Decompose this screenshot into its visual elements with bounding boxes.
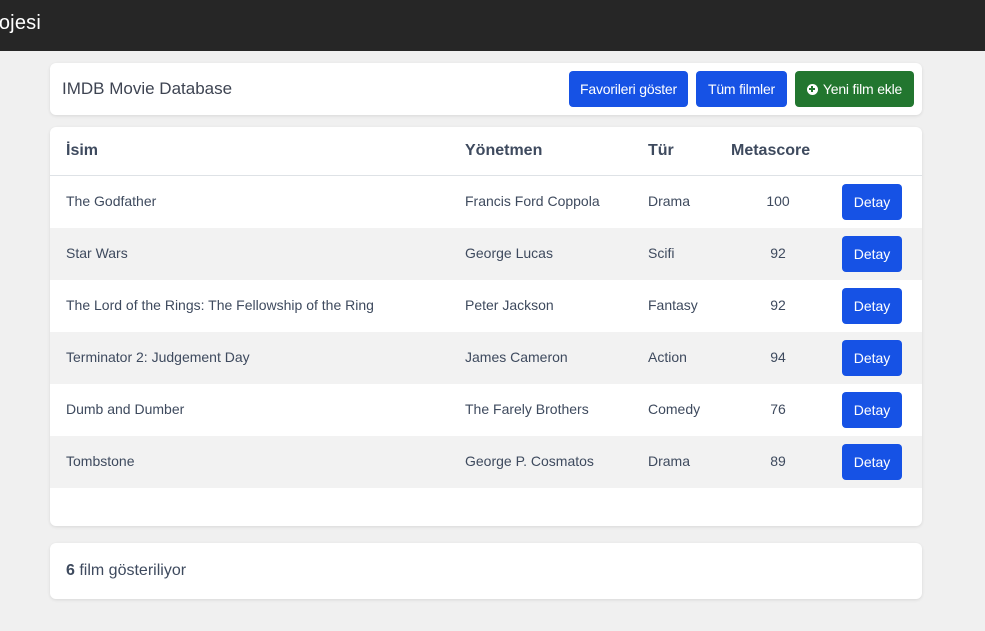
plus-circle-icon [806, 83, 818, 95]
cell-genre: Action [648, 349, 687, 365]
cell-genre: Fantasy [648, 297, 698, 313]
add-movie-button[interactable]: Yeni film ekle [795, 71, 914, 107]
movie-count: 6 [66, 562, 75, 579]
cell-name: The Godfather [66, 193, 157, 209]
cell-metascore: 76 [770, 401, 786, 417]
cell-director: Peter Jackson [465, 297, 554, 313]
detail-button[interactable]: Detay [842, 444, 902, 480]
table-header: İsim Yönetmen Tür Metascore [50, 127, 922, 176]
cell-director: George P. Cosmatos [465, 453, 594, 469]
table-row: Terminator 2: Judgement Day James Camero… [50, 332, 922, 384]
detail-button[interactable]: Detay [842, 392, 902, 428]
cell-name: The Lord of the Rings: The Fellowship of… [66, 297, 374, 313]
table-row: Dumb and Dumber The Farely Brothers Come… [50, 384, 922, 436]
cell-metascore: 89 [770, 453, 786, 469]
cell-metascore: 100 [766, 193, 790, 209]
cell-director: The Farely Brothers [465, 401, 589, 417]
detail-button[interactable]: Detay [842, 236, 902, 272]
table-row: The Lord of the Rings: The Fellowship of… [50, 280, 922, 332]
cell-name: Tombstone [66, 453, 135, 469]
movie-count-suffix: film gösteriliyor [74, 562, 187, 579]
column-header-genre: Tür [648, 142, 674, 159]
column-header-metascore: Metascore [731, 142, 811, 159]
table-row: Tombstone George P. Cosmatos Drama 89 De… [50, 436, 922, 488]
cell-genre: Scifi [648, 245, 675, 261]
table-row: The Godfather Francis Ford Coppola Drama… [50, 176, 922, 228]
detail-button[interactable]: Detay [842, 184, 902, 220]
footer-card: 6 film gösteriliyor [50, 543, 922, 599]
movies-table: İsim Yönetmen Tür Metascore The Godfathe… [50, 127, 922, 526]
add-movie-label: Yeni film ekle [822, 81, 903, 97]
top-navbar: rojesi [0, 0, 985, 51]
cell-genre: Comedy [648, 401, 701, 417]
cell-name: Dumb and Dumber [66, 401, 185, 417]
detail-button[interactable]: Detay [842, 340, 902, 376]
show-favorites-button[interactable]: Favorileri göster [569, 71, 688, 107]
cell-metascore: 92 [770, 297, 786, 313]
page-title: IMDB Movie Database [62, 79, 233, 98]
table-body: The Godfather Francis Ford Coppola Drama… [50, 176, 922, 488]
column-header-name: İsim [66, 142, 99, 159]
all-movies-button[interactable]: Tüm filmler [696, 71, 787, 107]
cell-director: George Lucas [465, 245, 553, 261]
cell-name: Star Wars [66, 245, 128, 261]
cell-director: Francis Ford Coppola [465, 193, 600, 209]
navbar-brand[interactable]: rojesi [0, 12, 41, 35]
cell-name: Terminator 2: Judgement Day [66, 349, 250, 365]
column-header-director: Yönetmen [465, 142, 543, 159]
table-row: Star Wars George Lucas Scifi 92 Detay [50, 228, 922, 280]
cell-metascore: 92 [770, 245, 786, 261]
cell-genre: Drama [648, 193, 691, 209]
detail-button[interactable]: Detay [842, 288, 902, 324]
header-card: IMDB Movie Database Favorileri göster Tü… [50, 63, 922, 115]
cell-genre: Drama [648, 453, 691, 469]
movie-count-text: 6 film gösteriliyor [66, 562, 186, 580]
cell-director: James Cameron [465, 349, 568, 365]
cell-metascore: 94 [770, 349, 786, 365]
